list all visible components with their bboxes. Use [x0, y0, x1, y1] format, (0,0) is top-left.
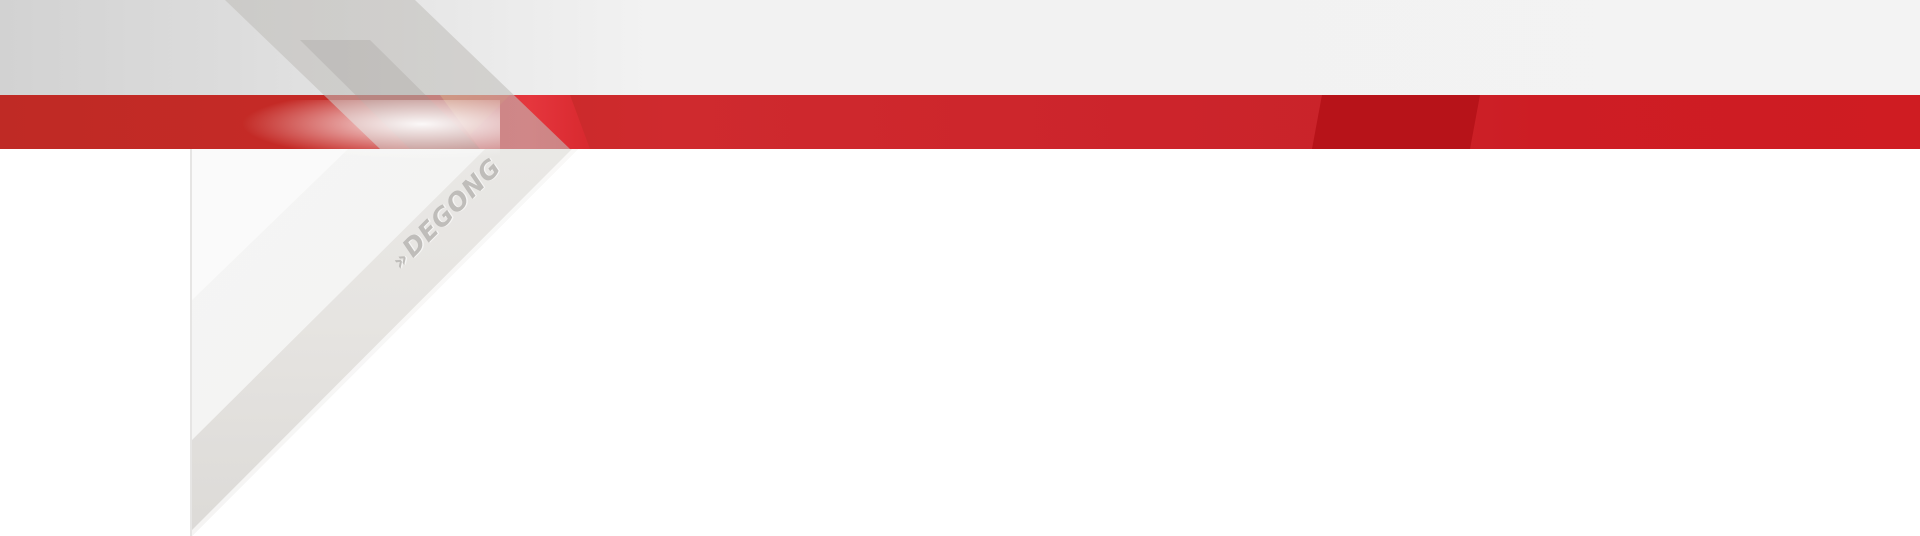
decorative-banner: »DEGONG: [0, 0, 1920, 536]
light-glow: [240, 100, 500, 160]
chevron-left-edge: [190, 149, 192, 536]
red-stripe-dark-segment: [1312, 95, 1480, 149]
